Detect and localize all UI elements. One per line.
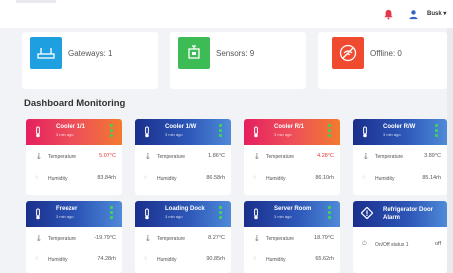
humidity-row: ◌ Humidity 85.14rh	[362, 175, 441, 182]
sensor-card[interactable]: Server Room 3 min ago 🌡 Temperature 18.7…	[244, 201, 340, 273]
temperature-row: 🌡 Temperature 8.27°C	[144, 235, 225, 242]
card-title: Cooler 1/W	[165, 124, 197, 130]
humidity-row: ◌ Humidity 86.58rh	[144, 175, 225, 182]
thermometer-icon: 🌡	[144, 236, 152, 242]
thermometer-icon	[254, 208, 258, 220]
alarm-diamond-icon	[361, 207, 373, 219]
stat-label: Gateways: 1	[68, 49, 113, 58]
droplet-icon: ◌	[35, 175, 39, 181]
humidity-row: ◌ Humidity 86.10rh	[253, 175, 334, 182]
humidity-row: ◌ Humidity 65.62rh	[253, 256, 334, 263]
scrollbar-track[interactable]	[447, 28, 453, 273]
user-icon[interactable]	[407, 8, 419, 20]
sensor-card[interactable]: Cooler R/1 3 min ago 🌡 Temperature 4.28°…	[244, 119, 340, 195]
thermometer-icon: 🌡	[253, 154, 261, 160]
alarm-card[interactable]: Refrigerator Door Alarm ⏻ On/Off status …	[353, 201, 447, 273]
thermometer-icon: 🌡	[362, 154, 370, 160]
card-subtitle: 3 min ago	[165, 214, 183, 219]
temperature-row: 🌡 Temperature 4.28°C	[253, 153, 334, 160]
droplet-icon: ◌	[253, 256, 257, 262]
card-title: Cooler R/1	[274, 124, 305, 130]
on-off-status-row: ⏻ On/Off status 1 off	[362, 241, 441, 248]
card-header: Cooler R/W 3 min ago	[353, 119, 447, 145]
droplet-icon: ◌	[144, 175, 148, 181]
card-title: Loading Dock	[165, 206, 205, 212]
card-subtitle: 3 min ago	[56, 132, 74, 137]
card-header: Cooler 1/W 3 min ago	[135, 119, 231, 145]
top-tab-hint	[16, 0, 56, 3]
card-subtitle: 3 min ago	[274, 132, 292, 137]
card-title: Freezer	[56, 206, 78, 212]
stat-card-gateways[interactable]: Gateways: 1	[22, 32, 158, 89]
card-subtitle: 3 min ago	[56, 214, 74, 219]
humidity-row: ◌ Humidity 90.85rh	[144, 256, 225, 263]
status-indicator	[110, 124, 113, 138]
top-bar: Busk ▾	[0, 0, 453, 28]
thermometer-icon	[254, 126, 258, 138]
card-title: Cooler R/W	[383, 124, 416, 130]
card-header: Cooler R/1 3 min ago	[244, 119, 340, 145]
humidity-row: ◌ Humidity 74.28rh	[35, 256, 116, 263]
thermometer-icon: 🌡	[253, 236, 261, 242]
temperature-row: 🌡 Temperature 1.86°C	[144, 153, 225, 160]
stat-card-sensors[interactable]: Sensors: 9	[170, 32, 306, 89]
thermometer-icon	[145, 126, 149, 138]
power-icon: ⏻	[362, 241, 367, 247]
sensor-card[interactable]: Freezer 3 min ago 🌡 Temperature -19.79°C…	[26, 201, 122, 273]
thermometer-icon	[145, 208, 149, 220]
wifi-off-icon	[332, 37, 364, 69]
card-header: Server Room 3 min ago	[244, 201, 340, 227]
status-indicator	[110, 206, 113, 220]
temperature-row: 🌡 Temperature -19.79°C	[35, 235, 116, 242]
status-indicator	[435, 124, 438, 138]
sensor-card[interactable]: Cooler R/W 3 min ago 🌡 Temperature 3.89°…	[353, 119, 447, 195]
thermometer-icon	[363, 126, 367, 138]
humidity-row: ◌ Humidity 83.84rh	[35, 175, 116, 182]
status-indicator	[328, 124, 331, 138]
router-icon	[30, 37, 62, 69]
sensor-card[interactable]: Cooler 1/W 3 min ago 🌡 Temperature 1.86°…	[135, 119, 231, 195]
card-header: Loading Dock 3 min ago	[135, 201, 231, 227]
sensor-card[interactable]: Loading Dock 3 min ago 🌡 Temperature 8.2…	[135, 201, 231, 273]
section-title: Dashboard Monitoring	[24, 98, 126, 109]
user-name[interactable]: Busk ▾	[427, 10, 446, 17]
thermometer-icon	[36, 208, 40, 220]
card-subtitle: 3 min ago	[274, 214, 292, 219]
stat-label: Sensors: 9	[216, 49, 255, 58]
card-subtitle: 3 min ago	[383, 132, 401, 137]
droplet-icon: ◌	[144, 256, 148, 262]
card-subtitle: 3 min ago	[165, 132, 183, 137]
stat-card-offline[interactable]: Offline: 0	[318, 32, 447, 89]
droplet-icon: ◌	[362, 175, 366, 181]
sensor-icon	[178, 37, 210, 69]
droplet-icon: ◌	[253, 175, 257, 181]
card-title: Server Room	[274, 206, 312, 212]
thermometer-icon: 🌡	[35, 154, 43, 160]
card-header: Refrigerator Door Alarm	[353, 201, 447, 227]
status-indicator	[219, 124, 222, 138]
card-title: Refrigerator Door Alarm	[383, 207, 434, 221]
sensor-card[interactable]: Cooler 1/1 3 min ago 🌡 Temperature 5.07°…	[26, 119, 122, 195]
status-indicator	[219, 206, 222, 220]
thermometer-icon: 🌡	[35, 236, 43, 242]
stat-label: Offline: 0	[370, 49, 402, 58]
bell-icon[interactable]	[382, 8, 394, 20]
temperature-row: 🌡 Temperature 18.79°C	[253, 235, 334, 242]
thermometer-icon: 🌡	[144, 154, 152, 160]
droplet-icon: ◌	[35, 256, 39, 262]
card-title: Cooler 1/1	[56, 124, 86, 130]
temperature-row: 🌡 Temperature 3.89°C	[362, 153, 441, 160]
status-indicator	[328, 206, 331, 220]
card-header: Cooler 1/1 3 min ago	[26, 119, 122, 145]
card-header: Freezer 3 min ago	[26, 201, 122, 227]
thermometer-icon	[36, 126, 40, 138]
temperature-row: 🌡 Temperature 5.07°C	[35, 153, 116, 160]
